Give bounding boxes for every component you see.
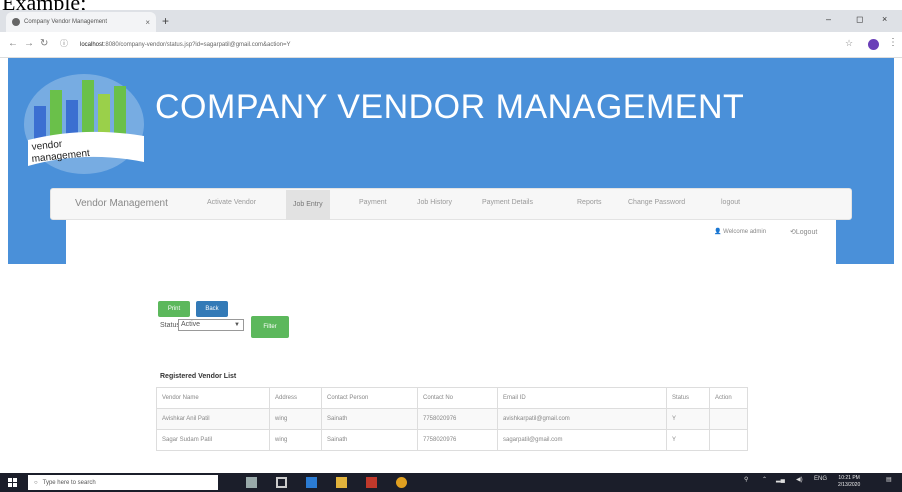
table-cell-action[interactable] xyxy=(709,408,748,430)
tab-title: Company Vendor Management xyxy=(24,19,108,25)
menu-kebab-icon[interactable]: ⋮ xyxy=(888,37,898,48)
logout-link[interactable]: ⟲Logout xyxy=(790,228,817,236)
browser-tab[interactable]: Company Vendor Management × xyxy=(6,12,156,32)
column-header: Contact No xyxy=(417,387,498,409)
status-select[interactable]: Active ▼ xyxy=(178,319,244,331)
back-button[interactable]: Back xyxy=(196,301,228,317)
bookmark-star-icon[interactable]: ☆ xyxy=(845,38,853,49)
tray-language-icon[interactable]: ENG xyxy=(814,476,827,482)
vendor-list-heading: Registered Vendor List xyxy=(160,373,237,380)
file-explorer-icon[interactable] xyxy=(336,477,347,488)
notification-icon[interactable]: ▤ xyxy=(886,476,892,483)
tray-people-icon[interactable]: ⚲ xyxy=(744,476,748,483)
favicon-icon xyxy=(12,18,20,26)
edge-icon[interactable] xyxy=(306,477,317,488)
browser-tab-strip: Company Vendor Management × + – ◻ × xyxy=(0,10,902,32)
nav-payment-details[interactable]: Payment Details xyxy=(482,199,533,206)
welcome-user: 👤 Welcome admin xyxy=(714,229,767,235)
user-icon: 👤 xyxy=(714,229,722,235)
vendor-management-logo: vendor management xyxy=(24,74,144,174)
table-cell-action[interactable] xyxy=(709,429,748,451)
column-header: Address xyxy=(269,387,322,409)
windows-taskbar: ○ Type here to search ⚲ ⌃ ▂▄ ◀) ENG 10:2… xyxy=(0,473,902,492)
task-view-icon[interactable] xyxy=(276,477,287,488)
table-cell: 7758020976 xyxy=(417,429,498,451)
nav-job-history[interactable]: Job History xyxy=(417,199,452,206)
table-header-row: Vendor Name Address Contact Person Conta… xyxy=(156,387,748,409)
vendor-table: Vendor Name Address Contact Person Conta… xyxy=(156,387,748,451)
search-icon: ○ xyxy=(34,479,38,486)
table-cell: 7758020976 xyxy=(417,408,498,430)
nav-logout[interactable]: logout xyxy=(721,199,740,206)
nav-reports[interactable]: Reports xyxy=(577,199,602,206)
app-icon[interactable] xyxy=(366,477,377,488)
tray-volume-icon[interactable]: ◀) xyxy=(796,476,803,483)
profile-avatar[interactable] xyxy=(868,39,879,50)
column-header: Contact Person xyxy=(321,387,418,409)
table-cell: Sagar Sudam Patil xyxy=(156,429,270,451)
chevron-down-icon: ▼ xyxy=(234,322,240,328)
print-button[interactable]: Print xyxy=(158,301,190,317)
taskbar-search-input[interactable]: ○ Type here to search xyxy=(28,475,218,490)
window-close-button[interactable]: × xyxy=(882,14,887,24)
table-row: Avishkar Anil Patil wing Sainath 7758020… xyxy=(156,408,748,430)
tray-chevron-up-icon[interactable]: ⌃ xyxy=(762,476,767,483)
table-cell: Sainath xyxy=(321,429,418,451)
minimize-button[interactable]: – xyxy=(826,14,831,24)
nav-activate-vendor[interactable]: Activate Vendor xyxy=(207,199,256,206)
filter-button[interactable]: Filter xyxy=(251,316,289,338)
tab-close-icon[interactable]: × xyxy=(145,18,150,27)
nav-job-entry[interactable]: Job Entry xyxy=(286,190,330,220)
table-cell: wing xyxy=(269,429,322,451)
new-tab-button[interactable]: + xyxy=(162,14,169,28)
table-cell: avishkarpatil@gmail.com xyxy=(497,408,667,430)
windows-start-icon[interactable] xyxy=(8,478,18,488)
table-cell: Avishkar Anil Patil xyxy=(156,408,270,430)
chrome-icon[interactable] xyxy=(396,477,407,488)
column-header: Action xyxy=(709,387,748,409)
navbar-brand[interactable]: Vendor Management xyxy=(75,198,168,209)
address-bar: ← → ↻ ⓘ localhost:8080/company-vendor/st… xyxy=(0,32,902,58)
mic-icon[interactable] xyxy=(246,477,257,488)
table-cell: Y xyxy=(666,429,710,451)
maximize-button[interactable]: ◻ xyxy=(856,14,863,25)
tray-network-icon[interactable]: ▂▄ xyxy=(776,476,785,483)
back-arrow-icon[interactable]: ← xyxy=(8,38,18,49)
column-header: Vendor Name xyxy=(156,387,270,409)
column-header: Status xyxy=(666,387,710,409)
info-icon[interactable]: ⓘ xyxy=(60,38,68,49)
table-cell: sagarpatil@gmail.com xyxy=(497,429,667,451)
caption-text: Example; xyxy=(2,0,87,15)
forward-arrow-icon[interactable]: → xyxy=(24,38,34,49)
table-cell: wing xyxy=(269,408,322,430)
nav-change-password[interactable]: Change Password xyxy=(628,199,685,206)
table-cell: Y xyxy=(666,408,710,430)
nav-payment[interactable]: Payment xyxy=(359,199,387,206)
table-row: Sagar Sudam Patil wing Sainath 775802097… xyxy=(156,429,748,451)
reload-icon[interactable]: ↻ xyxy=(40,38,48,49)
status-label: Status xyxy=(160,322,180,329)
url-field[interactable]: localhost:8080/company-vendor/status.jsp… xyxy=(80,38,680,52)
table-cell: Sainath xyxy=(321,408,418,430)
column-header: Email ID xyxy=(497,387,667,409)
main-navbar: Vendor Management Activate Vendor Job En… xyxy=(50,188,852,220)
page-title: COMPANY VENDOR MANAGEMENT xyxy=(155,88,745,126)
taskbar-clock[interactable]: 10:21 PM 2/13/2020 xyxy=(838,475,860,489)
